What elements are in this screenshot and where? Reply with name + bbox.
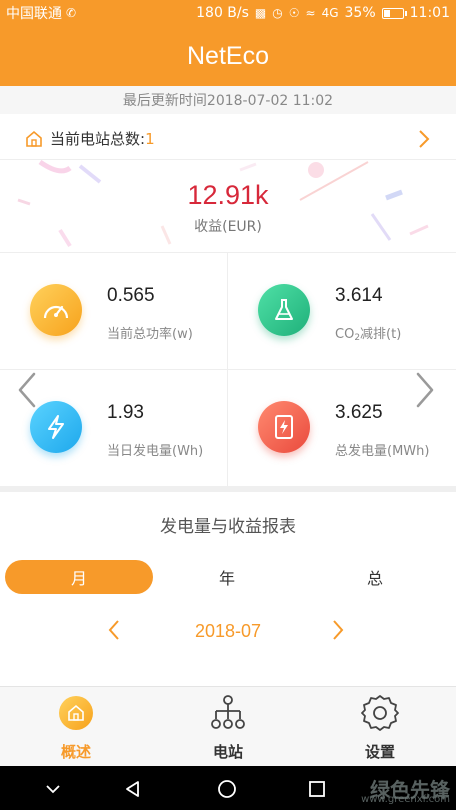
chevron-right-icon[interactable] bbox=[330, 619, 346, 641]
recents-icon[interactable] bbox=[306, 778, 328, 800]
nav-overview[interactable]: 概述 bbox=[0, 687, 152, 767]
gauge-icon bbox=[30, 284, 82, 336]
metric-label: CO2减排(t) bbox=[335, 323, 401, 343]
metric-label: 总发电量(MWh) bbox=[335, 444, 430, 459]
signal-icon: 4G bbox=[321, 6, 339, 20]
home-button-icon[interactable] bbox=[216, 778, 238, 800]
call-icon: ✆ bbox=[66, 6, 77, 20]
eye-icon: ☉ bbox=[288, 6, 300, 20]
carrier-label: 中国联通 bbox=[6, 6, 62, 22]
system-navigation-bar: 绿色先锋 www.greenxf.com bbox=[0, 766, 456, 810]
power-document-icon bbox=[258, 401, 310, 453]
metric-label: 当前总功率(w) bbox=[107, 327, 193, 342]
revenue-caption: 收益(EUR) bbox=[194, 219, 262, 235]
metric-value: 3.614 bbox=[335, 285, 383, 306]
clock: 11:01 bbox=[409, 5, 450, 21]
alarm-icon: ◷ bbox=[272, 6, 283, 20]
back-icon[interactable] bbox=[122, 778, 144, 800]
last-update-text: 最后更新时间2018-07-02 11:02 bbox=[0, 86, 456, 114]
bottom-navigation: 概述 电站 设置 bbox=[0, 686, 456, 766]
section-separator bbox=[0, 486, 456, 492]
home-outline-icon bbox=[26, 130, 42, 147]
home-icon bbox=[56, 693, 96, 733]
period-date: 2018-07 bbox=[194, 621, 262, 641]
carousel-prev-arrow-icon[interactable] bbox=[12, 370, 42, 410]
watermark-url: www.greenxf.com bbox=[361, 794, 450, 805]
metric-value: 1.93 bbox=[107, 402, 144, 423]
report-title: 发电量与收益报表 bbox=[160, 517, 296, 537]
revenue-value: 12.91k bbox=[187, 180, 269, 210]
station-count-value: 1 bbox=[145, 129, 155, 148]
metric-label: 当日发电量(Wh) bbox=[107, 444, 204, 459]
report-period-tabs: 月 年 总 bbox=[0, 560, 456, 596]
period-selector: 2018-07 bbox=[0, 615, 456, 651]
chevron-right-icon[interactable] bbox=[416, 129, 432, 149]
app-title: NetEco bbox=[187, 41, 269, 70]
hide-keyboard-icon[interactable] bbox=[42, 778, 64, 800]
nav-stations[interactable]: 电站 bbox=[152, 687, 304, 767]
metric-label-prefix: CO bbox=[335, 327, 355, 342]
revenue-panel: 12.91k 收益(EUR) bbox=[0, 160, 456, 252]
nav-label: 设置 bbox=[364, 743, 395, 761]
battery-icon bbox=[381, 7, 407, 19]
battery-percent: 35% bbox=[344, 5, 376, 21]
metric-value: 3.625 bbox=[335, 402, 383, 423]
status-bar: 中国联通 ✆ 180 B/s ▩ ◷ ☉ ≈ 4G 35% 11:01 bbox=[0, 0, 456, 26]
tab-total[interactable]: 总 bbox=[301, 560, 449, 594]
metric-value: 0.565 bbox=[107, 285, 155, 306]
metric-label-suffix: 减排(t) bbox=[360, 327, 402, 342]
station-count-label: 当前电站总数: bbox=[50, 130, 146, 148]
wifi-icon: ≈ bbox=[305, 6, 316, 20]
nav-label: 概述 bbox=[60, 743, 91, 761]
flask-icon bbox=[258, 284, 310, 336]
station-tree-icon bbox=[208, 693, 248, 733]
station-count-row[interactable]: 当前电站总数: 1 bbox=[0, 118, 456, 160]
carousel-next-arrow-icon[interactable] bbox=[410, 370, 440, 410]
metric-co2-reduction: 3.614 CO2减排(t) bbox=[228, 253, 456, 370]
gear-icon bbox=[360, 693, 400, 733]
tab-year[interactable]: 年 bbox=[153, 560, 301, 594]
metric-current-power: 0.565 当前总功率(w) bbox=[0, 253, 228, 370]
tab-month[interactable]: 月 bbox=[5, 560, 153, 594]
nav-settings[interactable]: 设置 bbox=[304, 687, 456, 767]
nav-label: 电站 bbox=[212, 743, 243, 761]
metrics-grid: 0.565 当前总功率(w) 3.614 CO2减排(t) 1.93 当日发电量… bbox=[0, 252, 456, 487]
app-bar: NetEco bbox=[0, 26, 456, 86]
network-speed: 180 B/s bbox=[196, 5, 249, 21]
vibrate-icon: ▩ bbox=[254, 6, 267, 20]
